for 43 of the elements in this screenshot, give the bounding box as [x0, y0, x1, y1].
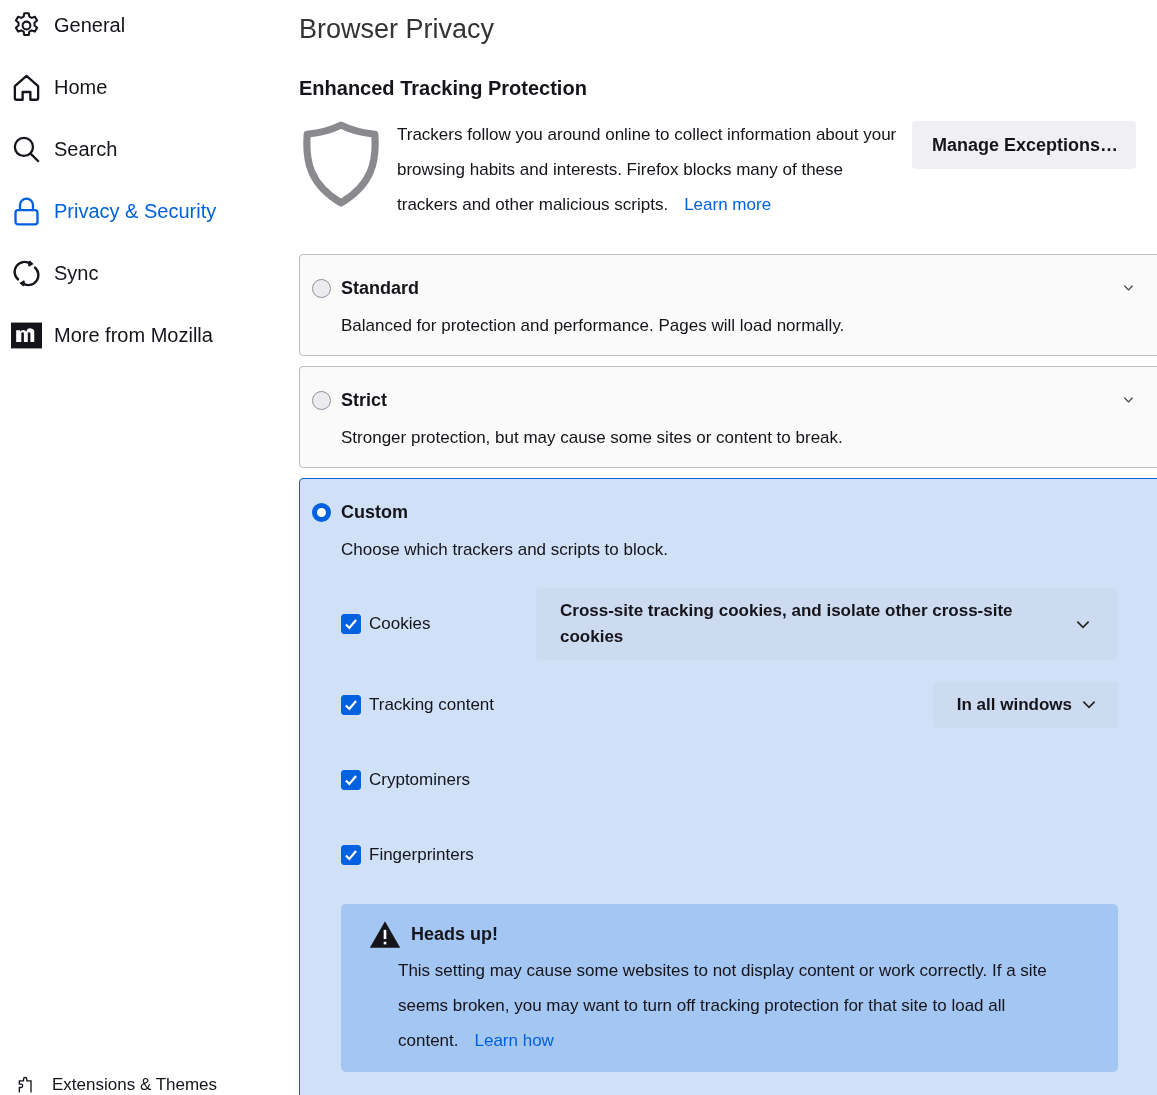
dropdown[interactable]: In all windows	[932, 681, 1118, 728]
chevron-icon[interactable]	[1123, 284, 1134, 292]
page-title: Browser Privacy	[299, 13, 496, 46]
checkbox-label[interactable]: Fingerprinters	[369, 844, 535, 865]
option-description: Choose which trackers and scripts to block.	[341, 539, 669, 561]
sidebar-item[interactable]: Privacy & Security	[0, 180, 299, 242]
option-title: Custom	[341, 501, 408, 523]
sidebar-item[interactable]: More from Mozilla	[0, 304, 299, 366]
option-description: Stronger protection, but may cause some sites or content to break.	[341, 427, 844, 449]
warning-icon	[369, 920, 401, 949]
description-text: Trackers follow you around online to collect information about your browsing habits and interests. Firefox blocks many of these trackers and other malicious scripts. Learn more	[397, 124, 898, 216]
option-description: Balanced for protection and performance. Pages will load normally.	[341, 315, 846, 337]
sidebar-item[interactable]: Search	[0, 118, 299, 180]
checkbox-label[interactable]: Cookies	[369, 614, 535, 634]
chevron-icon[interactable]	[1123, 396, 1134, 404]
sidebar-item[interactable]: Sync	[0, 242, 299, 304]
radio-button[interactable]	[312, 390, 331, 410]
option-title: Standard	[341, 277, 419, 299]
checkbox[interactable]	[341, 614, 361, 634]
checkbox-label[interactable]: Tracking content	[369, 694, 535, 715]
checkbox[interactable]	[341, 694, 361, 715]
sidebar-item[interactable]: General	[0, 0, 299, 56]
shield-icon	[302, 121, 380, 207]
chevron-icon	[1076, 619, 1090, 629]
option-card[interactable]: Standard Balanced for protection and performance. Pages will load normally.	[299, 254, 1157, 356]
checkbox[interactable]	[341, 844, 361, 865]
section-title: Enhanced Tracking Protection	[299, 76, 588, 101]
radio-button[interactable]	[312, 278, 331, 298]
option-card[interactable]	[299, 478, 1157, 1095]
option-title: Strict	[341, 389, 387, 411]
chevron-icon	[1082, 700, 1096, 709]
sidebar-item[interactable]: Extensions & Themes	[16, 1075, 218, 1095]
radio-button[interactable]	[312, 502, 331, 522]
dropdown[interactable]: Cross-site tracking cookies, and isolate other cross-site cookies	[536, 588, 1118, 660]
checkbox[interactable]	[341, 769, 361, 790]
option-card[interactable]: Strict Stronger protection, but may cause some sites or content to break.	[299, 366, 1157, 468]
warning-title: Heads up!	[411, 924, 498, 945]
manage-exceptions-button[interactable]: Manage Exceptions…	[912, 121, 1137, 169]
lock-icon	[11, 195, 42, 227]
sidebar-item[interactable]: Home	[0, 56, 299, 118]
checkbox-label[interactable]: Cryptominers	[369, 769, 535, 790]
warning-text: This setting may cause some websites to not display content or work correctly. If a site seems broken, you may want to turn off tracking protection for that site to load all content. Learn how	[398, 960, 1048, 1052]
learn-more-link[interactable]: Learn more	[684, 195, 772, 214]
